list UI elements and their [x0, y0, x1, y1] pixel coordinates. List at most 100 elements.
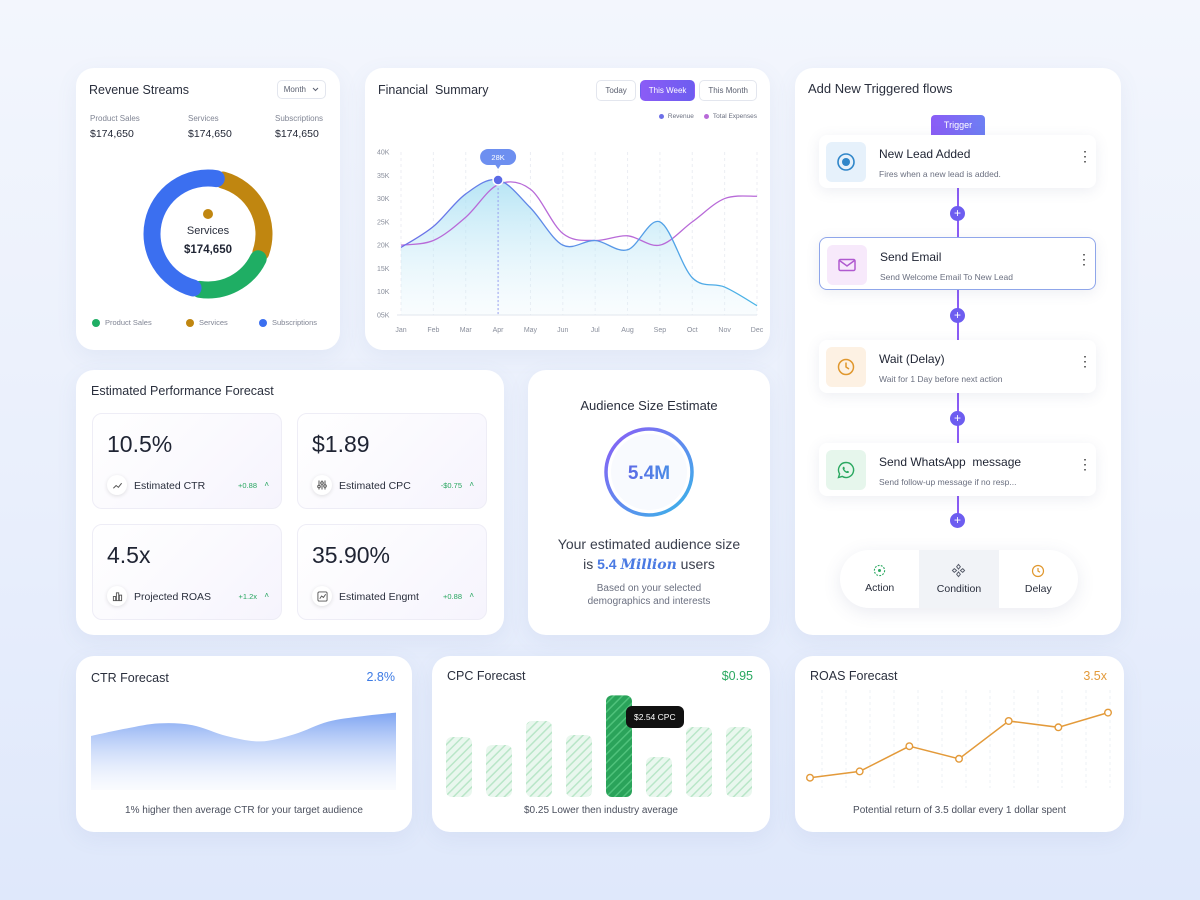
- y-tick-label: 25K: [377, 219, 390, 226]
- revenue-streams-title: Revenue Streams: [89, 83, 190, 97]
- tab-this-month[interactable]: This Month: [699, 80, 757, 101]
- more-icon[interactable]: ⋮: [1077, 252, 1091, 266]
- x-tick-label: Apr: [493, 327, 505, 334]
- metric-value: 4.5x: [107, 542, 151, 568]
- audience-line-2: is 5.4 Million users: [538, 554, 760, 575]
- whatsapp-icon: [826, 450, 866, 490]
- roas-point: [805, 773, 814, 782]
- cpc-bar: [646, 757, 672, 797]
- audience-highlight: 5.4 Million: [597, 556, 677, 573]
- donut-slice-services: [214, 171, 273, 262]
- metric-value: $1.89: [312, 431, 370, 457]
- cpc-bar: [726, 727, 752, 797]
- clock-icon: [826, 347, 866, 387]
- tab-label: Condition: [936, 583, 982, 595]
- flow-step-new-lead[interactable]: New Lead Added Fires when a new lead is …: [819, 135, 1096, 188]
- audience-number: 5.4: [597, 556, 617, 572]
- trigger-badge: Trigger: [931, 115, 985, 135]
- ctr-forecast-card: CTR Forecast 2.8% 1% higher then average…: [76, 656, 412, 832]
- more-icon[interactable]: ⋮: [1078, 354, 1092, 368]
- stat-label: Subscriptions: [275, 114, 324, 123]
- metric-cpc: $1.89 Estimated CPC -$0.75 ˄: [297, 413, 487, 509]
- tab-today[interactable]: Today: [596, 80, 636, 101]
- stat-label: Product Sales: [90, 114, 140, 123]
- financial-summary-card: Financial Summary Today This Week This M…: [365, 68, 770, 350]
- x-tick-label: Mar: [460, 327, 473, 334]
- legend-label: Product Sales: [105, 318, 152, 327]
- flow-step-wait[interactable]: Wait (Delay) Wait for 1 Day before next …: [819, 340, 1096, 393]
- performance-forecast-title: Estimated Performance Forecast: [91, 384, 274, 398]
- revenue-streams-card: Revenue Streams Month Product Sales $174…: [76, 68, 340, 350]
- donut-slice-product-sales: [191, 250, 267, 299]
- ctr-forecast-note: 1% higher then average CTR for your targ…: [125, 805, 363, 816]
- add-step-button[interactable]: +: [950, 206, 965, 221]
- revenue-donut-chart: Services $174,650: [143, 169, 273, 299]
- audience-ring: 5.4M: [604, 427, 694, 517]
- x-tick-label: May: [524, 327, 538, 334]
- caret-up-icon: ˄: [469, 591, 474, 600]
- legend-revenue: Revenue: [658, 113, 694, 120]
- audience-size-title: Audience Size Estimate: [580, 398, 718, 413]
- roas-forecast-note: Potential return of 3.5 dollar every 1 d…: [853, 805, 1066, 816]
- month-dropdown[interactable]: Month: [276, 80, 326, 99]
- caret-up-icon: ˄: [264, 591, 269, 600]
- audience-line-2-prefix: is: [583, 556, 594, 572]
- x-tick-label: Jul: [591, 327, 600, 334]
- metric-roas: 4.5x Projected ROAS +1.2x ˄: [92, 524, 282, 620]
- more-icon[interactable]: ⋮: [1078, 149, 1092, 163]
- add-step-button[interactable]: +: [950, 513, 965, 528]
- metric-delta: +0.88: [238, 481, 257, 490]
- legend-dot: [92, 318, 100, 327]
- ctr-forecast-title: CTR Forecast: [91, 671, 169, 685]
- stat-subscriptions: Subscriptions $174,650: [275, 114, 323, 140]
- more-icon[interactable]: ⋮: [1078, 457, 1092, 471]
- stat-value: $174,650: [188, 128, 232, 140]
- financial-legend: Revenue Total Expenses: [658, 113, 757, 120]
- flow-step-name: Send Email: [880, 250, 942, 264]
- roas-line-chart: [805, 690, 1113, 788]
- metric-delta: -$0.75: [440, 481, 462, 490]
- flow-step-send-email[interactable]: Send Email Send Welcome Email To New Lea…: [819, 237, 1096, 290]
- legend-total-expenses: Total Expenses: [703, 113, 757, 120]
- flow-step-name: Wait (Delay): [879, 352, 945, 366]
- cpc-bar: [686, 727, 712, 797]
- tab-condition[interactable]: Condition: [919, 550, 999, 608]
- audience-value: 5.4M: [628, 463, 670, 484]
- stat-product-sales: Product Sales $174,650: [90, 114, 140, 140]
- metric-value: 35.90%: [312, 542, 391, 568]
- cpc-forecast-value: $0.95: [721, 669, 753, 683]
- y-tick-label: 15K: [377, 266, 390, 273]
- metric-label: Projected ROAS: [134, 591, 212, 603]
- cpc-forecast-card: CPC Forecast $0.95 $2.54 CPC $0.25 Lower…: [432, 656, 770, 832]
- cpc-forecast-note: $0.25 Lower then industry average: [524, 805, 678, 816]
- marker-tooltip-arrow: [495, 164, 502, 169]
- roas-forecast-card: ROAS Forecast 3.5x Potential return of 3…: [795, 656, 1124, 832]
- roas-forecast-title: ROAS Forecast: [810, 669, 898, 683]
- sliders-icon: [312, 475, 332, 495]
- ctr-forecast-value: 2.8%: [366, 670, 396, 684]
- ctr-area: [91, 712, 396, 790]
- flow-step-desc: Wait for 1 Day before next action: [879, 374, 1003, 384]
- legend-dot: [259, 318, 267, 327]
- donut-center-label: Services: [187, 225, 230, 237]
- flow-step-whatsapp[interactable]: Send WhatsApp message Send follow-up mes…: [819, 443, 1096, 496]
- cpc-bar: [486, 745, 512, 797]
- roas-line: [809, 711, 1109, 779]
- condition-icon: [952, 563, 966, 578]
- audience-subtext-1: Based on your selected: [596, 583, 702, 594]
- flow-step-desc: Fires when a new lead is added.: [879, 169, 1001, 179]
- tab-this-week[interactable]: This Week: [639, 80, 696, 101]
- cpc-bar: [566, 735, 592, 797]
- tab-delay[interactable]: Delay: [999, 550, 1078, 608]
- add-step-button[interactable]: +: [950, 308, 965, 323]
- x-tick-label: Dec: [751, 327, 764, 334]
- chart-icon: [312, 586, 332, 606]
- step-type-tabs: Action Condition Delay: [840, 550, 1078, 608]
- donut-center-value: $174,650: [184, 244, 232, 256]
- roas-point: [855, 767, 864, 776]
- y-tick-label: 10K: [377, 289, 390, 296]
- triggered-flows-card: Add New Triggered flows Trigger + + + + …: [795, 68, 1121, 635]
- legend-product-sales: Product Sales: [92, 318, 152, 327]
- add-step-button[interactable]: +: [950, 411, 965, 426]
- tab-action[interactable]: Action: [840, 550, 919, 608]
